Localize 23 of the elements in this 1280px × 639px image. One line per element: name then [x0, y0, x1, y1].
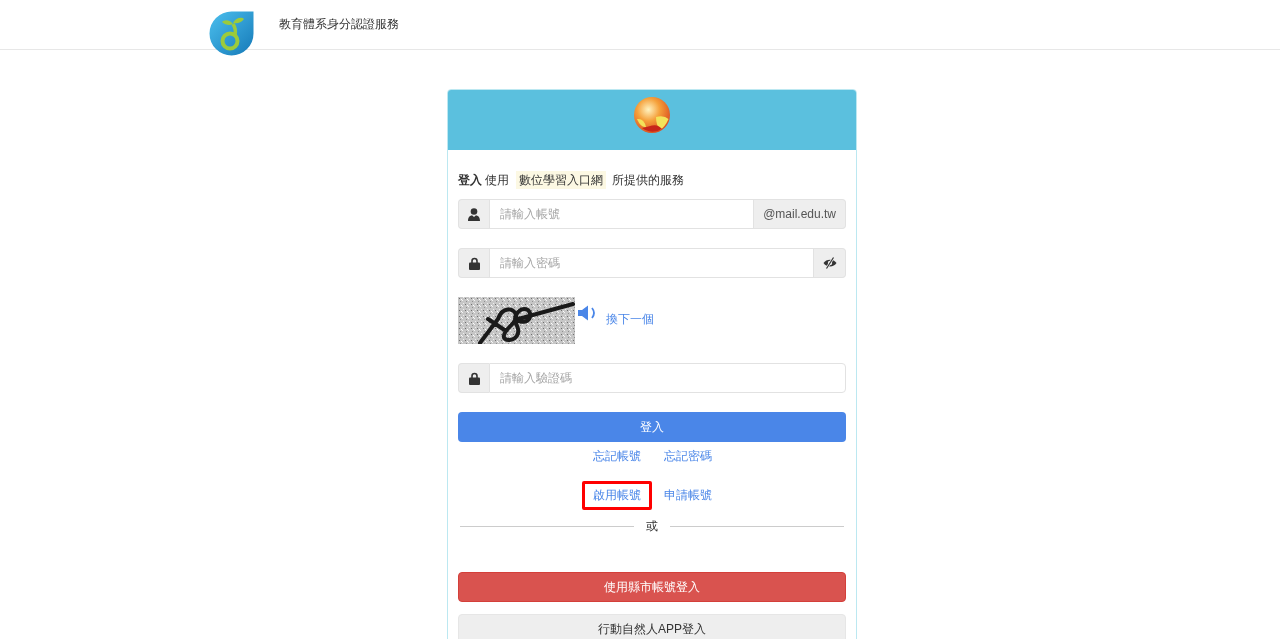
account-link[interactable]: 忘記帳號: [581, 442, 652, 471]
account-link[interactable]: 啟用帳號: [581, 481, 652, 510]
site-title: 教育體系身分認證服務: [279, 16, 399, 33]
divider-label: 或: [646, 518, 658, 535]
password-field[interactable]: 請輸入密碼: [489, 248, 814, 278]
app-login-button[interactable]: 行動自然人APP登入: [458, 614, 846, 639]
domain-suffix: @mail.edu.tw: [754, 199, 846, 229]
account-field[interactable]: 請輸入帳號: [489, 199, 755, 229]
account-link[interactable]: 忘記密碼: [652, 442, 723, 471]
login-button[interactable]: 登入: [458, 412, 846, 442]
account-link[interactable]: 申請帳號: [652, 481, 723, 510]
lock-icon: [468, 256, 480, 270]
captcha-code-field[interactable]: 請輸入驗證碼: [489, 363, 846, 393]
speaker-icon[interactable]: [578, 305, 597, 321]
user-icon: [468, 207, 480, 221]
globe-icon: [634, 97, 670, 133]
lock-icon: [468, 371, 480, 385]
show-password-button[interactable]: [814, 248, 846, 278]
sprout-logo-icon: [209, 11, 254, 56]
refresh-captcha-link[interactable]: 換下一個: [606, 310, 654, 328]
intro-text: 登入 使用 數位學習入口網 所提供的服務: [458, 170, 686, 190]
eye-slash-icon: [822, 257, 837, 269]
county-login-button[interactable]: 使用縣市帳號登入: [458, 572, 846, 602]
